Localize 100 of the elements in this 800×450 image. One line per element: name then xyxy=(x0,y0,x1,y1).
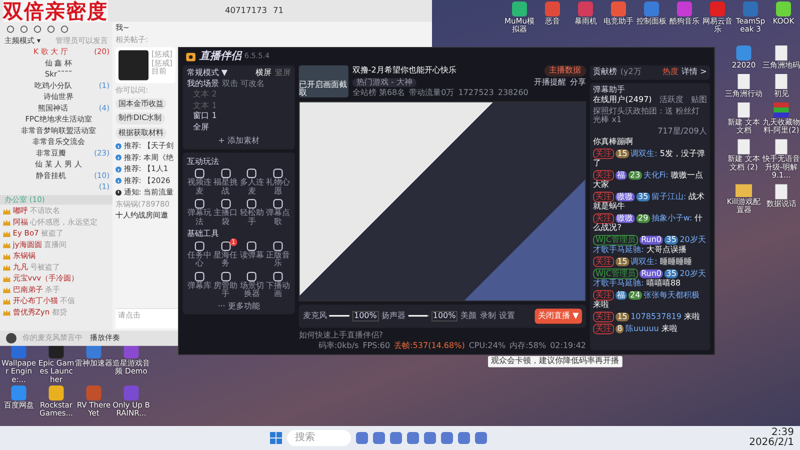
search-placeholder: 搜索 xyxy=(295,432,315,444)
tool-icon[interactable] xyxy=(272,168,284,179)
tool-icon[interactable] xyxy=(272,240,284,252)
taskbar-app-icon[interactable] xyxy=(373,432,385,444)
tool-icon[interactable] xyxy=(220,168,232,179)
details-link[interactable]: 详情 > xyxy=(682,68,707,77)
contribution-label: 贡献榜 xyxy=(593,68,618,77)
stat-text: 丢帧:537(14.68%) xyxy=(394,341,465,350)
heat-label: 热度 xyxy=(662,68,678,77)
taskbar-app-icon[interactable] xyxy=(424,432,436,444)
taskbar-app-icon[interactable] xyxy=(407,432,419,444)
orientation-tab[interactable]: 竖屏 xyxy=(274,68,291,78)
source-item[interactable]: 窗口 1 xyxy=(186,112,291,121)
stat-text: CPU:24% xyxy=(468,341,506,350)
app-title: 直播伴侣 xyxy=(200,50,242,63)
tool-label[interactable]: 弹幕库 xyxy=(188,282,212,290)
add-source-button[interactable]: + 添加素材 xyxy=(218,136,260,146)
taskbar-app-icon[interactable] xyxy=(390,432,402,444)
tool-icon[interactable] xyxy=(246,198,258,210)
panel-title: 弹幕助手 xyxy=(593,85,626,94)
alert-icon xyxy=(116,190,122,196)
tool-icon[interactable] xyxy=(194,270,206,282)
traffic-text: 带动流量0万 xyxy=(409,88,454,98)
category-tag[interactable]: 热门游戏 - 大神 xyxy=(352,78,416,87)
tool-label[interactable]: 视频连麦 xyxy=(186,179,212,196)
start-icon[interactable] xyxy=(270,432,282,444)
tool-label[interactable]: 轻松助手 xyxy=(239,209,265,226)
tool-icon[interactable] xyxy=(246,270,258,282)
taskbar-app-icon[interactable] xyxy=(356,432,368,444)
settings-button[interactable]: 设置 xyxy=(498,311,515,321)
tool-icon[interactable] xyxy=(220,240,232,252)
remind-link[interactable]: 开播提醒 xyxy=(534,78,566,87)
live-duration: 02:19:42 xyxy=(550,341,586,350)
document-icon[interactable] xyxy=(775,139,788,154)
stream-title: 双撸-2月希望你也能开心快乐 xyxy=(352,66,456,76)
tool-label[interactable]: 场景切换器 xyxy=(239,282,265,299)
taskbar-app-icon[interactable] xyxy=(458,432,470,444)
avatar[interactable] xyxy=(6,333,16,344)
tool-icon[interactable] xyxy=(220,198,232,210)
chat-message: WJC管理员 Run0 35 20岁天才歌手马延驰: 大哥点误播 xyxy=(593,235,707,255)
panel-tab[interactable]: 贴图 xyxy=(690,96,707,105)
document-icon[interactable] xyxy=(775,184,788,200)
orientation-tab[interactable]: 横屏 xyxy=(256,68,272,78)
speaker-label: 扬声器 xyxy=(382,311,406,321)
tool-label[interactable]: 正版音乐 xyxy=(265,251,291,268)
volume-reading: 100% xyxy=(352,310,378,322)
taskbar-app-icon[interactable] xyxy=(475,432,487,444)
chat-message: 关注 8 陈uuuuu 来啦 xyxy=(593,324,707,334)
capture-note: 已开启画面截取 xyxy=(298,81,348,98)
panel-tab[interactable]: 活跃度 xyxy=(659,96,684,105)
share-link[interactable]: 分享 xyxy=(570,78,586,87)
document-icon[interactable] xyxy=(775,46,788,60)
info-icon xyxy=(116,143,122,150)
stat-text: 码率:0kb/s xyxy=(318,341,359,350)
tool-label[interactable]: 读弹幕 xyxy=(240,251,264,260)
tool-label[interactable]: 礼物心愿 xyxy=(265,179,291,196)
tool-icon[interactable] xyxy=(272,270,284,282)
tool-icon[interactable] xyxy=(194,168,206,179)
tool-icon[interactable] xyxy=(194,198,206,210)
more-features-link[interactable]: ··· 更多功能 xyxy=(218,302,260,311)
tooltip: 观众会卡顿，建议你降低码率再开播 xyxy=(488,356,622,367)
info-icon xyxy=(116,154,122,161)
document-icon[interactable] xyxy=(738,74,750,89)
taskbar-app-icon[interactable] xyxy=(441,432,453,444)
tool-label[interactable]: 房管助手 xyxy=(213,282,238,299)
tool-label[interactable]: 主播口袋 xyxy=(213,209,238,226)
document-icon[interactable] xyxy=(738,102,750,118)
mode-dropdown[interactable]: 常规模式 ▼ xyxy=(186,68,228,78)
contribution-value: (y2万 xyxy=(620,68,642,77)
streamer-data-button[interactable]: 主播数据 xyxy=(544,65,586,76)
tool-label[interactable]: 星海任务 xyxy=(213,251,238,268)
tool-label[interactable]: 弹幕玩法 xyxy=(186,209,212,226)
chat-message: 关注 15 调双生: 5发，没子弹了 xyxy=(593,148,706,169)
record-button[interactable]: 录制 xyxy=(480,311,496,321)
beauty-button[interactable]: 美颜 xyxy=(460,311,477,321)
tool-icon[interactable] xyxy=(220,270,232,282)
tool-icon[interactable] xyxy=(246,168,258,179)
chat-message: 关注 福 24 张张每天都积极 来啦 xyxy=(593,290,700,310)
tool-label[interactable]: 多人连麦 xyxy=(239,179,265,196)
source-item[interactable]: 全屏 xyxy=(186,122,291,132)
document-icon[interactable] xyxy=(738,139,750,154)
tool-icon[interactable] xyxy=(272,198,284,210)
chat-message: 关注 15 调双生: 睡睡睡睡 xyxy=(593,256,707,267)
chat-message: 关注 嗷嗷 35 留子江山: 战术就是蜗牛 xyxy=(593,192,706,212)
archive-icon[interactable] xyxy=(774,102,789,118)
info-icon xyxy=(116,178,122,184)
scenes-hint: 双击 可改名 xyxy=(222,79,265,89)
stop-stream-button[interactable]: 关闭直播 ▼ xyxy=(534,308,582,324)
chat-message: 关注 福 23 夫化Fi: 嗷嗷一点大家 xyxy=(593,170,704,190)
tool-label[interactable]: 下播动画 xyxy=(265,282,291,299)
channel-id: 40717173 xyxy=(225,6,267,16)
panel-tab[interactable]: 在线用户(2497) xyxy=(593,96,652,105)
tool-icon[interactable] xyxy=(194,240,206,252)
logo-icon xyxy=(185,51,196,62)
tool-icon[interactable] xyxy=(246,240,258,252)
document-icon[interactable] xyxy=(775,74,788,89)
tool-label[interactable]: 弹幕点歌 xyxy=(265,209,291,226)
tool-label[interactable]: 任务中心 xyxy=(186,251,212,268)
tool-label[interactable]: 福星挑战 xyxy=(213,179,238,196)
help-link[interactable]: 如何快速上手直播伴侣? xyxy=(298,331,586,340)
